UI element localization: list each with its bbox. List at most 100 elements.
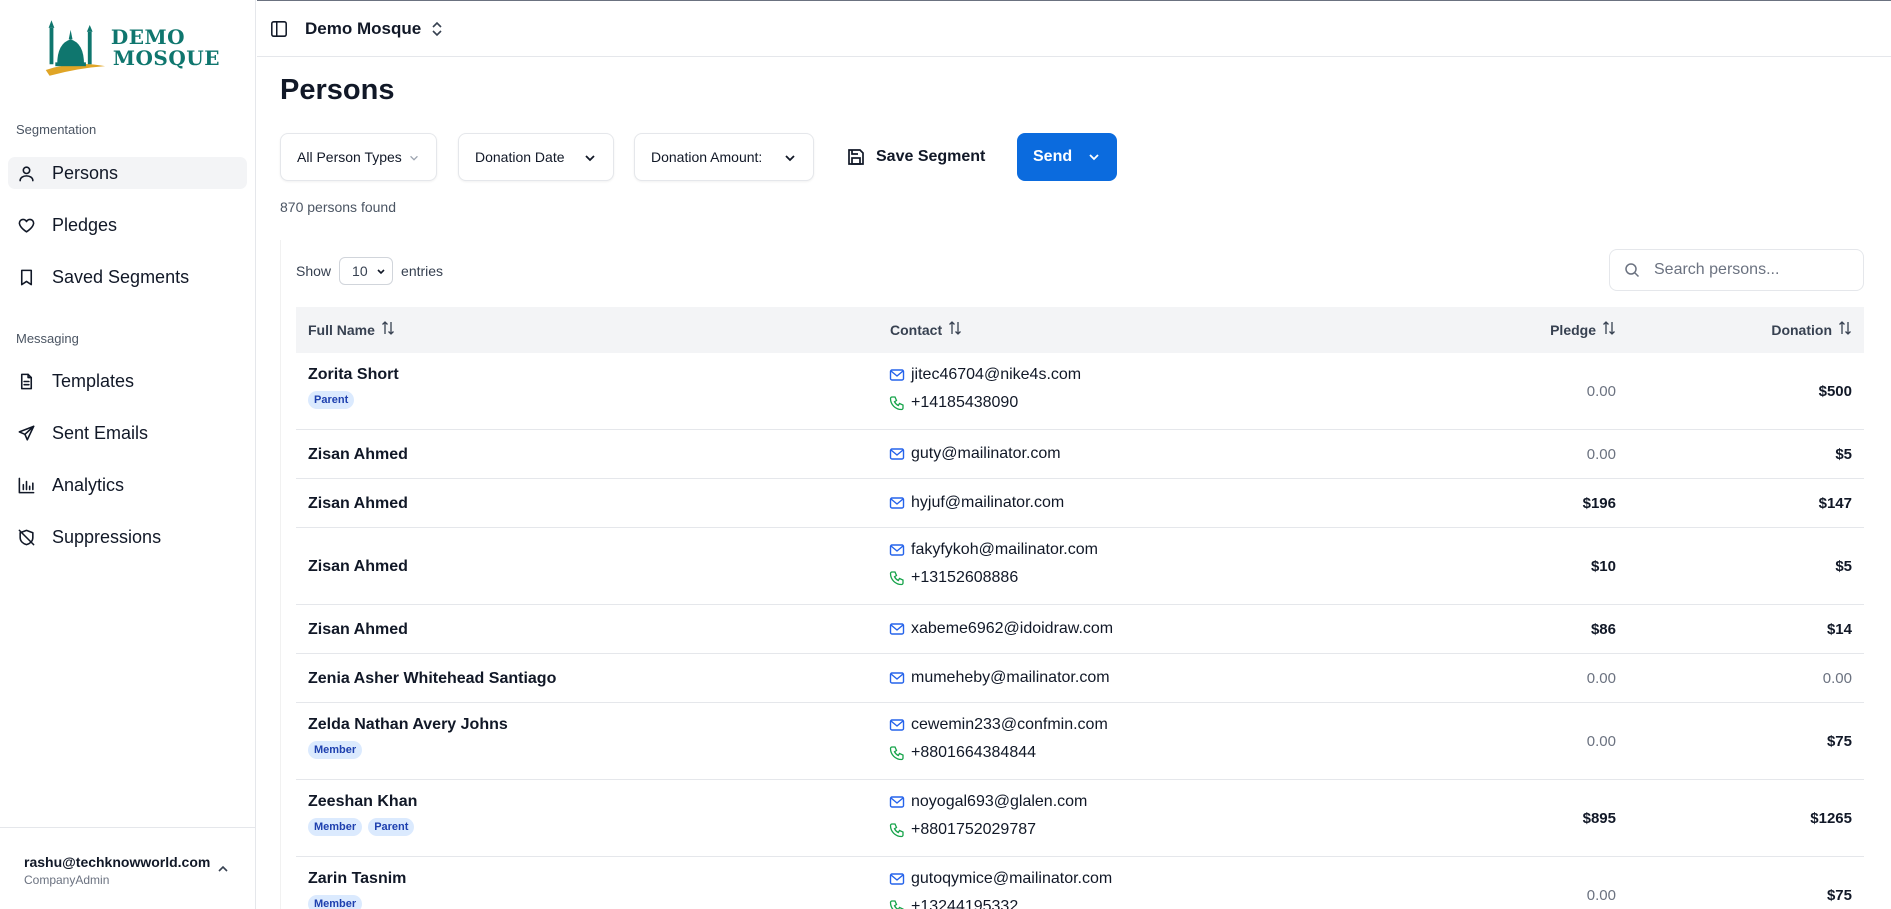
person-name: Zisan Ahmed <box>308 445 408 463</box>
contact-phone[interactable]: +8801664384844 <box>889 744 1036 762</box>
search-input[interactable] <box>1654 261 1854 279</box>
person-type-filter[interactable]: All Person Types <box>280 133 437 181</box>
person-name: Zarin Tasnim <box>308 870 407 887</box>
save-segment-button[interactable]: Save Segment <box>846 133 985 181</box>
donation-amount: $1265 <box>1810 809 1852 827</box>
contact-email[interactable]: xabeme6962@idoidraw.com <box>889 620 1113 638</box>
sidebar-item-suppressions[interactable]: Suppressions <box>8 521 247 553</box>
phone-text: +8801664384844 <box>911 744 1037 761</box>
sidebar-item-label: Analytics <box>52 474 125 495</box>
entries-select[interactable]: 10 <box>339 257 394 285</box>
mail-icon <box>889 446 911 462</box>
person-type-badge: Member <box>308 895 363 909</box>
table-row[interactable]: Zarin Tasnim Member gutoqymice@mailinator.… <box>296 857 1864 909</box>
brand-logo[interactable]: DEMO MOSQUE <box>40 16 220 80</box>
contact-phone[interactable]: +14185438090 <box>889 394 1018 412</box>
mail-icon <box>889 871 911 887</box>
person-name: Zenia Asher Whitehead Santiago <box>308 669 557 687</box>
pledge-amount: $196 <box>1582 494 1616 512</box>
show-label: Show <box>296 263 332 279</box>
send-button[interactable]: Send <box>1017 133 1117 181</box>
table-row[interactable]: Zelda Nathan Avery Johns Member cewemin233… <box>296 703 1864 780</box>
sidebar-item-label: Templates <box>52 370 135 391</box>
phone-icon <box>889 745 911 761</box>
user-menu[interactable]: rashu@techknowworld.com CompanyAdmin <box>0 827 256 909</box>
email-text: cewemin233@confmin.com <box>911 716 1108 733</box>
entries-label: entries <box>401 263 444 279</box>
chevron-down-icon <box>377 269 385 275</box>
chevron-up-icon <box>218 865 228 872</box>
results-count: 870 persons found <box>280 199 396 215</box>
contact-email[interactable]: fakyfykoh@mailinator.com <box>889 541 1098 559</box>
pledge-amount: 0.00 <box>1586 732 1616 750</box>
section-label-messaging: Messaging <box>16 331 79 346</box>
pledge-amount: $86 <box>1590 620 1616 638</box>
donation-amount-filter-label: Donation Amount: <box>651 149 763 165</box>
donation-amount: $5 <box>1835 557 1852 575</box>
contact-email[interactable]: jitec46704@nike4s.com <box>889 366 1081 384</box>
table-row[interactable]: Zisan Ahmed guty@mailinator.com 0.00 $5 <box>296 430 1864 479</box>
donation-amount-filter[interactable]: Donation Amount: <box>634 133 814 181</box>
sort-icon <box>949 321 962 335</box>
email-text: guty@mailinator.com <box>911 444 1061 462</box>
table-row[interactable]: Zorita Short Parent jitec46704@nike4s.com +… <box>296 353 1864 430</box>
bar-chart-icon <box>16 475 36 495</box>
contact-email[interactable]: hyjuf@mailinator.com <box>889 494 1064 512</box>
mail-icon <box>889 717 911 733</box>
donation-amount: $75 <box>1826 886 1852 904</box>
sidebar-item-label: Pledges <box>52 214 118 235</box>
mosque-logo-icon <box>45 20 106 76</box>
email-text: gutoqymice@mailinator.com <box>911 870 1113 887</box>
org-name[interactable]: Demo Mosque <box>305 19 421 39</box>
contact-phone[interactable]: +13152608886 <box>889 569 1018 587</box>
sidebar-item-persons[interactable]: Persons <box>8 157 247 189</box>
pledge-amount: 0.00 <box>1586 382 1616 400</box>
sidebar: DEMO MOSQUE Segmentation Persons Pledges… <box>0 0 256 909</box>
user-icon <box>16 163 36 183</box>
column-header-pledge[interactable]: Pledge <box>1550 321 1616 338</box>
contact-phone[interactable]: +13244195332 <box>889 898 1018 909</box>
mail-icon <box>889 495 911 511</box>
sidebar-item-sent-emails[interactable]: Sent Emails <box>8 417 247 449</box>
contact-email[interactable]: guty@mailinator.com <box>889 445 1061 463</box>
column-header-full-name[interactable]: Full Name <box>308 321 395 338</box>
donation-date-filter[interactable]: Donation Date <box>458 133 614 181</box>
person-type-badge: Member <box>308 818 363 836</box>
table-row[interactable]: Zeeshan Khan Member Parent noyogal693@glale… <box>296 780 1864 857</box>
sidebar-item-pledges[interactable]: Pledges <box>8 209 247 241</box>
person-type-badges: Member Parent <box>308 818 420 836</box>
phone-text: +13244195332 <box>911 898 1019 909</box>
contact-email[interactable]: noyogal693@glalen.com <box>889 793 1087 811</box>
mail-icon <box>889 670 911 686</box>
sidebar-toggle-button[interactable] <box>269 19 289 39</box>
pledge-amount: $10 <box>1590 557 1616 575</box>
column-header-contact[interactable]: Contact <box>890 321 962 338</box>
search-box[interactable] <box>1609 249 1864 291</box>
table-row[interactable]: Zisan Ahmed fakyfykoh@mailinator.com +1315… <box>296 528 1864 605</box>
phone-icon <box>889 822 911 838</box>
top-bar: Demo Mosque <box>257 0 1891 57</box>
table-row[interactable]: Zenia Asher Whitehead Santiago mumeheby@m… <box>296 654 1864 703</box>
person-name: Zisan Ahmed <box>308 557 408 575</box>
chevron-down-icon <box>1089 154 1099 161</box>
chevrons-up-down-icon[interactable] <box>429 19 445 39</box>
pledge-amount: 0.00 <box>1586 445 1616 463</box>
contact-email[interactable]: cewemin233@confmin.com <box>889 716 1108 734</box>
donation-amount: $500 <box>1818 382 1852 400</box>
sidebar-item-analytics[interactable]: Analytics <box>8 469 247 501</box>
column-header-donation[interactable]: Donation <box>1771 321 1852 338</box>
brand-wordmark: DEMO MOSQUE <box>110 25 220 70</box>
person-name: Zisan Ahmed <box>308 494 408 512</box>
contact-email[interactable]: gutoqymice@mailinator.com <box>889 870 1112 888</box>
table-row[interactable]: Zisan Ahmed xabeme6962@idoidraw.com $86 $14 <box>296 605 1864 654</box>
phone-text: +13152608886 <box>911 569 1019 586</box>
sidebar-item-templates[interactable]: Templates <box>8 365 247 397</box>
email-text: jitec46704@nike4s.com <box>911 366 1082 383</box>
contact-email[interactable]: mumeheby@mailinator.com <box>889 669 1110 687</box>
contact-phone[interactable]: +8801752029787 <box>889 821 1036 839</box>
person-name: Zelda Nathan Avery Johns <box>308 716 508 733</box>
sidebar-item-saved-segments[interactable]: Saved Segments <box>8 261 247 293</box>
table-row[interactable]: Zisan Ahmed hyjuf@mailinator.com $196 $147 <box>296 479 1864 528</box>
shield-off-icon <box>16 527 36 547</box>
person-type-badges: Member <box>308 895 368 909</box>
